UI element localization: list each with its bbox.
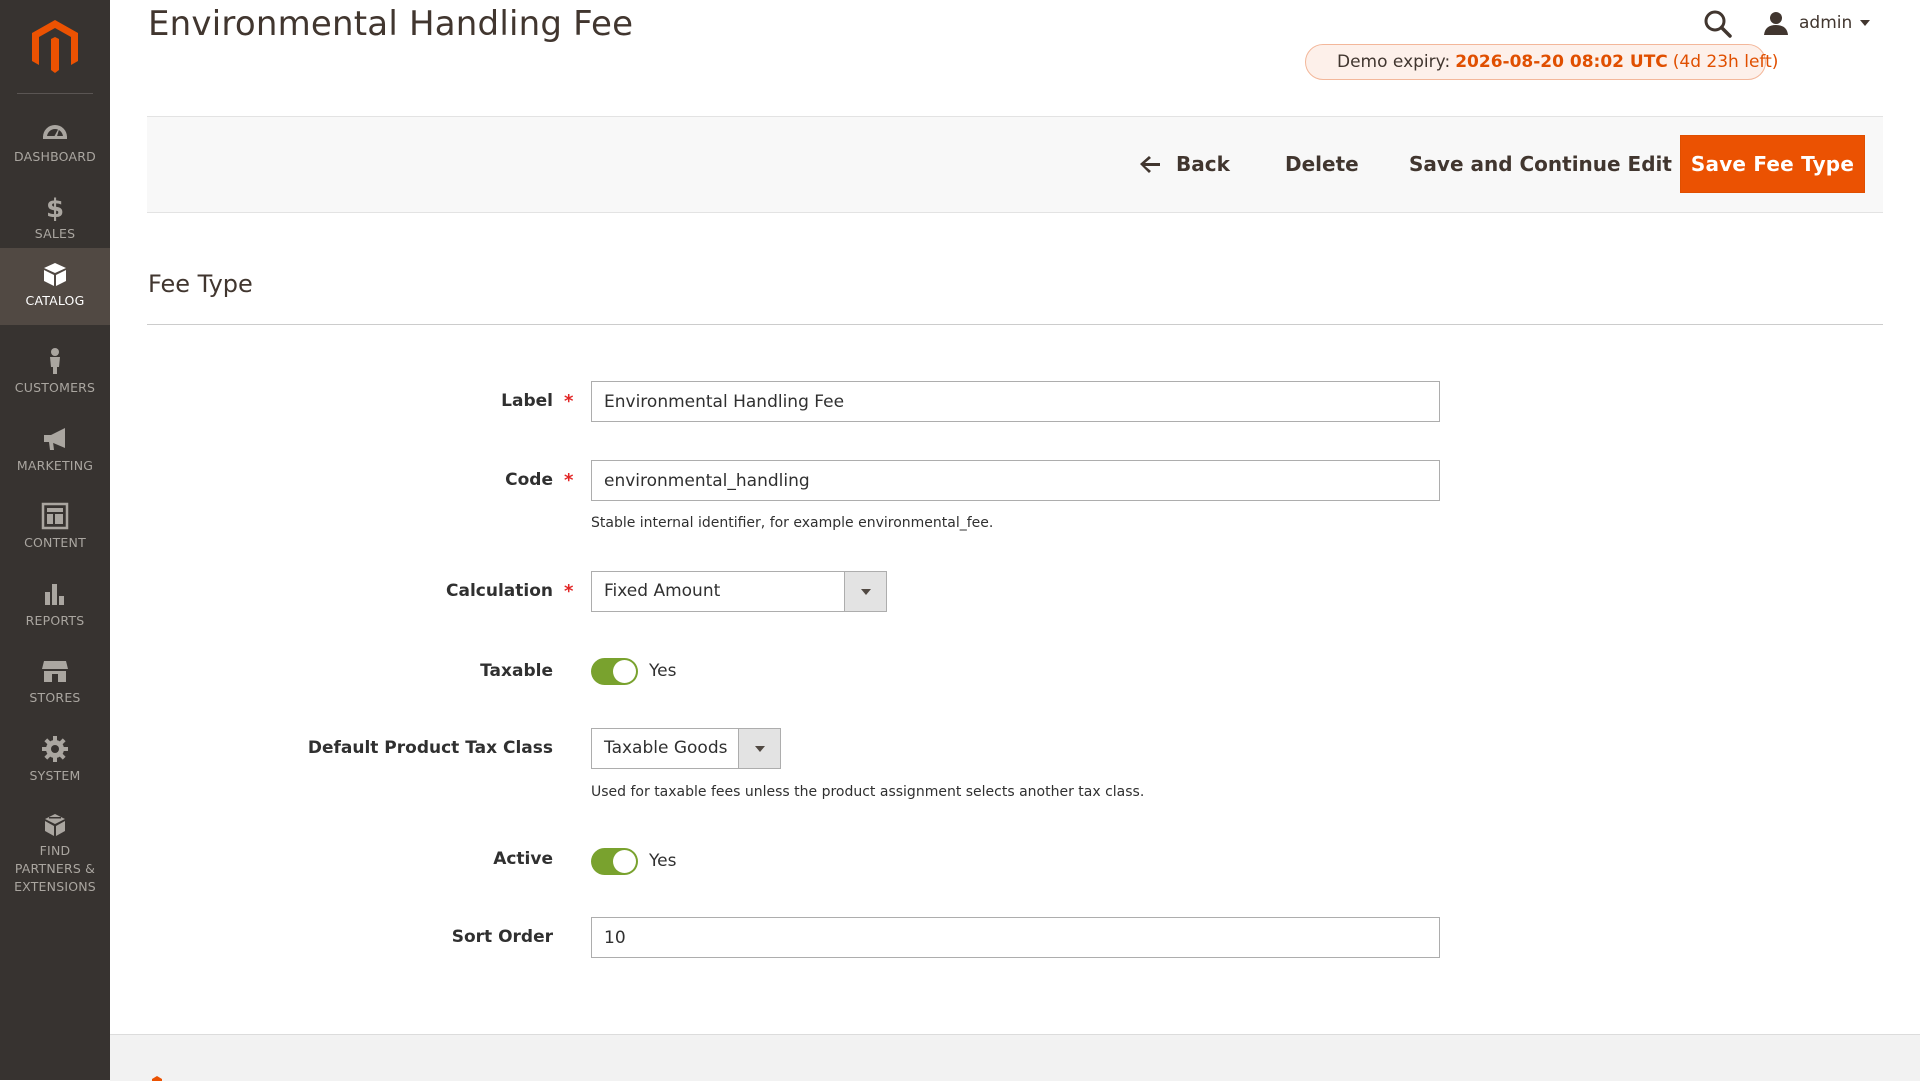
layout-icon: [41, 502, 69, 530]
page-footer: [110, 1034, 1920, 1081]
box-icon: [44, 263, 66, 286]
sidebar-item-label: REPORTS: [25, 613, 85, 628]
code-input[interactable]: [591, 460, 1440, 501]
megaphone-icon: [44, 428, 65, 450]
dashboard-icon: [43, 125, 67, 139]
magento-logo[interactable]: [28, 18, 82, 76]
sidebar-item-label: CONTENT: [24, 535, 86, 550]
dollar-icon: $: [46, 194, 64, 221]
delete-button[interactable]: Delete: [1285, 135, 1359, 193]
admin-sidebar: DASHBOARD $ SALES CATALOG CUSTOMERS MARK…: [0, 0, 110, 1080]
taxable-state: Yes: [649, 661, 677, 681]
section-title: Fee Type: [148, 270, 253, 298]
page-title: Environmental Handling Fee: [148, 4, 634, 44]
storefront-icon: [42, 661, 68, 682]
active-field-label: Active: [493, 849, 553, 869]
chevron-down-icon: [860, 588, 871, 595]
bar-chart-icon: [45, 584, 64, 605]
calculation-select-value: Fixed Amount: [604, 581, 721, 601]
sidebar-item-reports[interactable]: REPORTS: [0, 568, 110, 645]
back-button[interactable]: Back: [1140, 135, 1230, 193]
banner-expiry-date: 2026-08-20 08:02 UTC: [1455, 52, 1668, 72]
sidebar-item-label: SALES: [34, 226, 76, 241]
sidebar-item-sales[interactable]: $ SALES: [0, 181, 110, 258]
logo-divider: [17, 93, 93, 94]
sidebar-item-partners[interactable]: FIND PARTNERS & EXTENSIONS: [0, 800, 110, 894]
code-note: Stable internal identifier, for example …: [591, 515, 994, 531]
sidebar-item-label: FIND PARTNERS & EXTENSIONS: [14, 843, 96, 894]
sidebar-item-dashboard[interactable]: DASHBOARD: [0, 104, 110, 181]
sidebar-item-stores[interactable]: STORES: [0, 645, 110, 722]
select-toggle[interactable]: [738, 729, 780, 768]
demo-expiry-banner: Demo expiry: 2026-08-20 08:02 UTC (4d 23…: [1305, 44, 1778, 80]
arrow-left-icon: [1140, 156, 1160, 173]
sort-order-field-label: Sort Order: [451, 927, 553, 947]
select-toggle[interactable]: [844, 572, 886, 611]
sidebar-item-label: SYSTEM: [29, 768, 81, 783]
user-menu[interactable]: admin: [1763, 10, 1871, 36]
sidebar-item-label: MARKETING: [16, 458, 94, 473]
sidebar-item-content[interactable]: CONTENT: [0, 490, 110, 567]
required-asterisk: *: [564, 581, 574, 602]
user-icon: [1764, 12, 1788, 35]
back-button-label: Back: [1176, 152, 1230, 176]
tax-class-select[interactable]: Taxable Goods: [591, 728, 781, 769]
sidebar-item-customers[interactable]: CUSTOMERS: [0, 335, 110, 412]
page-actions-bar: Back Delete Save and Continue Edit Save …: [147, 116, 1883, 213]
taxable-toggle[interactable]: [591, 658, 638, 685]
sidebar-item-label: DASHBOARD: [14, 149, 96, 164]
chevron-down-icon: [1860, 20, 1871, 26]
save-and-continue-button[interactable]: Save and Continue Edit: [1409, 135, 1672, 193]
taxable-field-label: Taxable: [480, 661, 553, 681]
tax-class-field-label: Default Product Tax Class: [307, 738, 553, 758]
label-field-label: Label: [501, 391, 553, 411]
save-fee-type-button[interactable]: Save Fee Type: [1680, 135, 1865, 193]
banner-label: Demo expiry:: [1337, 52, 1451, 72]
section-divider: [147, 324, 1883, 325]
search-icon[interactable]: [1703, 9, 1733, 39]
sidebar-item-marketing[interactable]: MARKETING: [0, 413, 110, 490]
svg-text:$: $: [46, 194, 64, 221]
label-input[interactable]: [591, 381, 1440, 422]
magento-logo: [152, 1076, 162, 1081]
code-field-label: Code: [505, 470, 553, 490]
toggle-knob: [613, 660, 636, 683]
required-asterisk: *: [564, 391, 574, 412]
calculation-select[interactable]: Fixed Amount: [591, 571, 887, 612]
gear-icon: [42, 736, 68, 762]
user-name: admin: [1799, 13, 1853, 33]
active-toggle[interactable]: [591, 848, 638, 875]
sidebar-item-label: STORES: [29, 690, 81, 705]
tax-class-select-value: Taxable Goods: [604, 738, 728, 758]
tax-class-note: Used for taxable fees unless the product…: [591, 784, 1145, 800]
boxes-icon: [45, 814, 65, 836]
chevron-down-icon: [754, 745, 765, 752]
required-asterisk: *: [564, 470, 574, 491]
sidebar-item-system[interactable]: SYSTEM: [0, 723, 110, 800]
sidebar-item-label: CUSTOMERS: [14, 380, 96, 395]
banner-time-left: (4d 23h left): [1672, 52, 1779, 72]
person-icon: [50, 348, 60, 374]
toggle-knob: [613, 850, 636, 873]
sidebar-item-label: CATALOG: [25, 293, 85, 308]
active-state: Yes: [649, 851, 677, 871]
calculation-field-label: Calculation: [446, 581, 553, 601]
sort-order-input[interactable]: [591, 917, 1440, 958]
sidebar-item-catalog[interactable]: CATALOG: [0, 248, 110, 325]
